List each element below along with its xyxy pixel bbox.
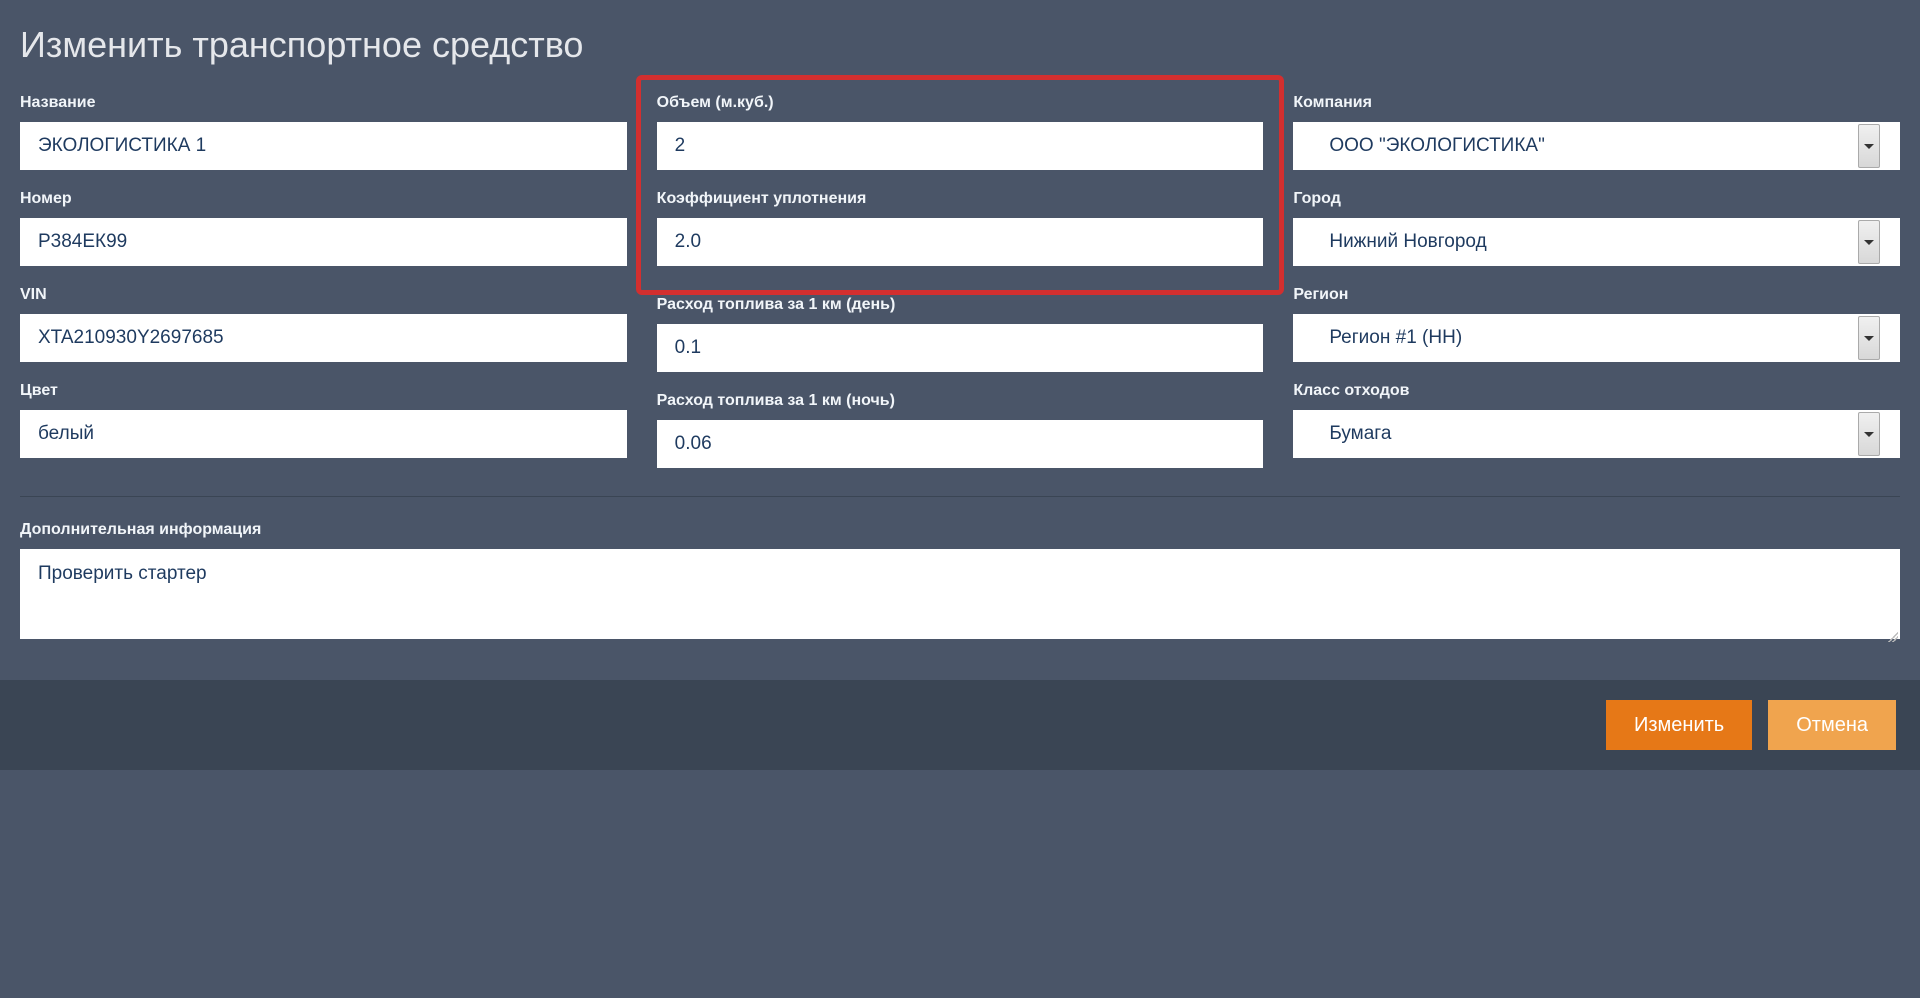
field-vin: VIN	[20, 286, 627, 362]
select-company[interactable]: ООО "ЭКОЛОГИСТИКА"	[1293, 122, 1900, 170]
select-region[interactable]: Регион #1 (НН)	[1293, 314, 1900, 362]
chevron-down-icon[interactable]	[1858, 316, 1880, 360]
form-container: Изменить транспортное средство Название …	[0, 0, 1920, 998]
field-number: Номер	[20, 190, 627, 266]
input-compaction[interactable]	[657, 218, 1264, 266]
label-compaction: Коэффициент уплотнения	[657, 190, 1264, 208]
field-additional-info: Дополнительная информация	[0, 521, 1920, 644]
footer-actions: Изменить Отмена	[0, 680, 1920, 770]
label-fuel-day: Расход топлива за 1 км (день)	[657, 296, 1264, 314]
input-vin[interactable]	[20, 314, 627, 362]
field-name: Название	[20, 94, 627, 170]
chevron-down-icon[interactable]	[1858, 124, 1880, 168]
select-city-value: Нижний Новгород	[1311, 231, 1856, 253]
select-region-value: Регион #1 (НН)	[1311, 327, 1856, 349]
input-volume[interactable]	[657, 122, 1264, 170]
field-fuel-day: Расход топлива за 1 км (день)	[657, 296, 1264, 372]
field-color: Цвет	[20, 382, 627, 458]
field-fuel-night: Расход топлива за 1 км (ночь)	[657, 392, 1264, 468]
highlight-annotation: Объем (м.куб.) Коэффициент уплотнения	[636, 75, 1285, 295]
input-number[interactable]	[20, 218, 627, 266]
input-fuel-night[interactable]	[657, 420, 1264, 468]
field-compaction: Коэффициент уплотнения	[657, 190, 1264, 266]
label-vin: VIN	[20, 286, 627, 304]
field-region: Регион Регион #1 (НН)	[1293, 286, 1900, 362]
label-volume: Объем (м.куб.)	[657, 94, 1264, 112]
column-1: Название Номер VIN Цвет	[20, 94, 627, 488]
form-body: Название Номер VIN Цвет	[0, 94, 1920, 497]
label-name: Название	[20, 94, 627, 112]
select-waste-class[interactable]: Бумага	[1293, 410, 1900, 458]
field-waste-class: Класс отходов Бумага	[1293, 382, 1900, 458]
select-waste-class-value: Бумага	[1311, 423, 1856, 445]
label-city: Город	[1293, 190, 1900, 208]
field-city: Город Нижний Новгород	[1293, 190, 1900, 266]
label-additional-info: Дополнительная информация	[20, 521, 1900, 539]
chevron-down-icon[interactable]	[1858, 412, 1880, 456]
select-city[interactable]: Нижний Новгород	[1293, 218, 1900, 266]
textarea-additional-info[interactable]	[20, 549, 1900, 639]
label-number: Номер	[20, 190, 627, 208]
submit-button[interactable]: Изменить	[1606, 700, 1752, 750]
select-company-value: ООО "ЭКОЛОГИСТИКА"	[1311, 135, 1856, 157]
cancel-button[interactable]: Отмена	[1768, 700, 1896, 750]
label-region: Регион	[1293, 286, 1900, 304]
column-3: Компания ООО "ЭКОЛОГИСТИКА" Город Нижний…	[1293, 94, 1900, 488]
input-name[interactable]	[20, 122, 627, 170]
label-color: Цвет	[20, 382, 627, 400]
textarea-wrap	[20, 549, 1900, 644]
divider	[20, 496, 1900, 497]
form-columns: Название Номер VIN Цвет	[20, 94, 1900, 488]
label-waste-class: Класс отходов	[1293, 382, 1900, 400]
label-fuel-night: Расход топлива за 1 км (ночь)	[657, 392, 1264, 410]
page-title: Изменить транспортное средство	[20, 24, 1900, 66]
input-color[interactable]	[20, 410, 627, 458]
field-volume: Объем (м.куб.)	[657, 94, 1264, 170]
chevron-down-icon[interactable]	[1858, 220, 1880, 264]
label-company: Компания	[1293, 94, 1900, 112]
field-company: Компания ООО "ЭКОЛОГИСТИКА"	[1293, 94, 1900, 170]
column-2: Объем (м.куб.) Коэффициент уплотнения Ра…	[657, 94, 1264, 488]
input-fuel-day[interactable]	[657, 324, 1264, 372]
